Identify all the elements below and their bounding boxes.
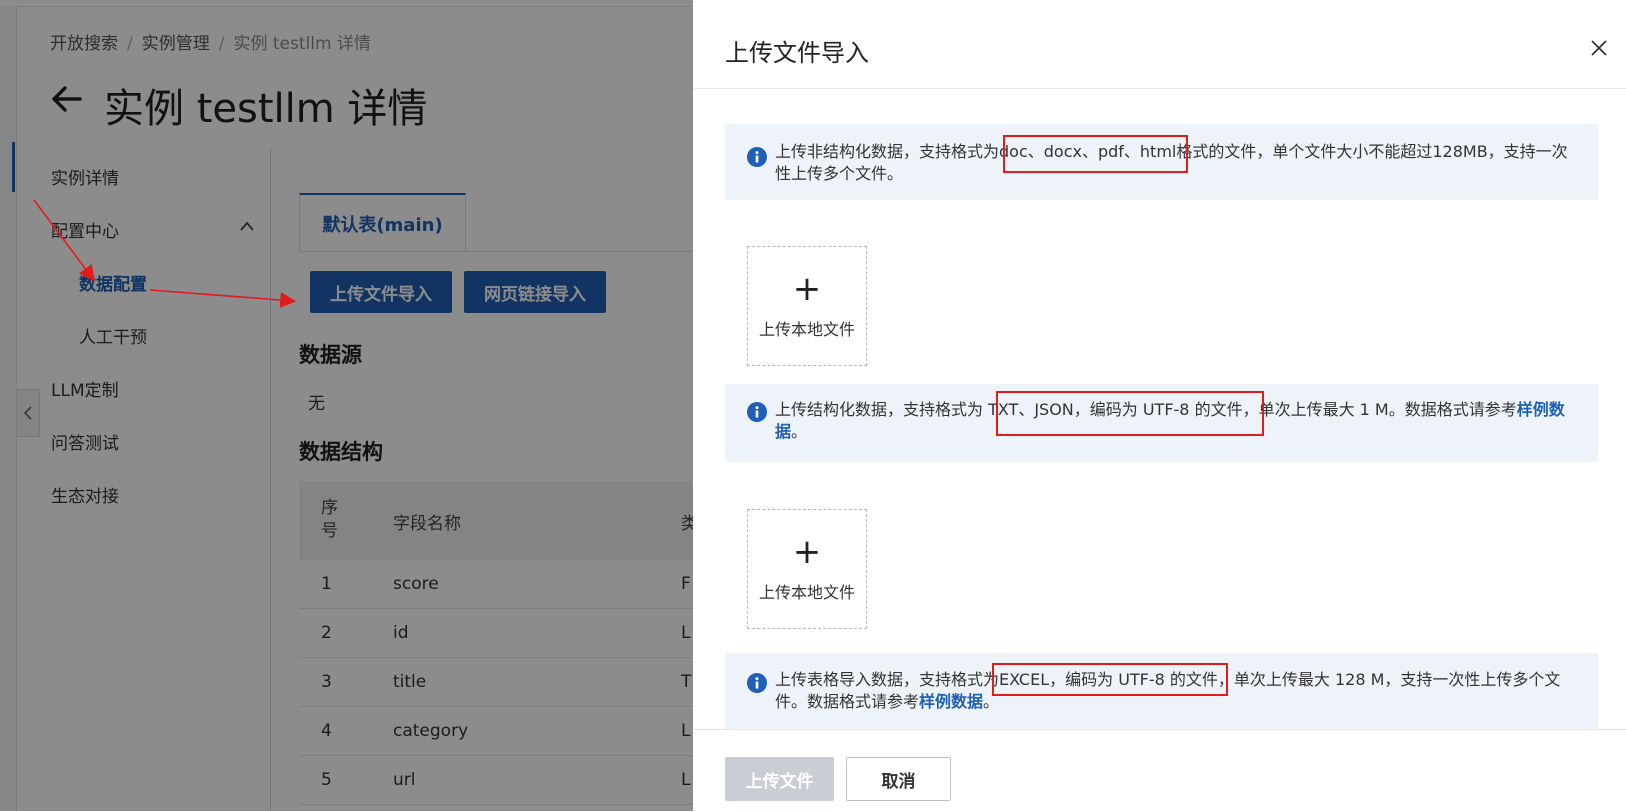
drawer-title: 上传文件导入 bbox=[725, 39, 869, 67]
sample-data-link[interactable]: 样例数据 bbox=[919, 692, 983, 711]
info-icon bbox=[747, 402, 767, 422]
drawer-header: 上传文件导入 bbox=[693, 6, 1626, 89]
upload-label: 上传本地文件 bbox=[758, 320, 855, 339]
upload-drawer: 上传文件导入 上传非结构化数据，支持格式为doc、docx、pdf、html格式… bbox=[693, 6, 1626, 812]
drawer-body: 上传非结构化数据，支持格式为doc、docx、pdf、html格式的文件，单个文… bbox=[693, 89, 1626, 729]
info-icon bbox=[747, 147, 767, 167]
plus-icon: + bbox=[792, 269, 822, 309]
notice-suffix: 。 bbox=[791, 422, 808, 441]
upload-local-file-unstructured[interactable]: + 上传本地文件 bbox=[747, 246, 867, 366]
upload-file-button[interactable]: 上传文件 bbox=[725, 757, 834, 801]
annotation-box bbox=[1003, 135, 1188, 173]
annotation-arrow bbox=[149, 289, 297, 308]
annotation-box bbox=[992, 663, 1228, 696]
upload-label: 上传本地文件 bbox=[758, 583, 855, 602]
annotation-arrow bbox=[33, 199, 95, 282]
annotation-arrows bbox=[33, 199, 297, 308]
plus-icon: + bbox=[792, 532, 822, 572]
annotation-box bbox=[996, 391, 1264, 436]
cancel-button[interactable]: 取消 bbox=[846, 757, 951, 801]
drawer-footer: 上传文件 取消 bbox=[693, 729, 1626, 812]
close-icon[interactable] bbox=[1589, 38, 1609, 58]
upload-local-file-structured[interactable]: + 上传本地文件 bbox=[747, 509, 867, 629]
info-icon bbox=[747, 673, 767, 693]
